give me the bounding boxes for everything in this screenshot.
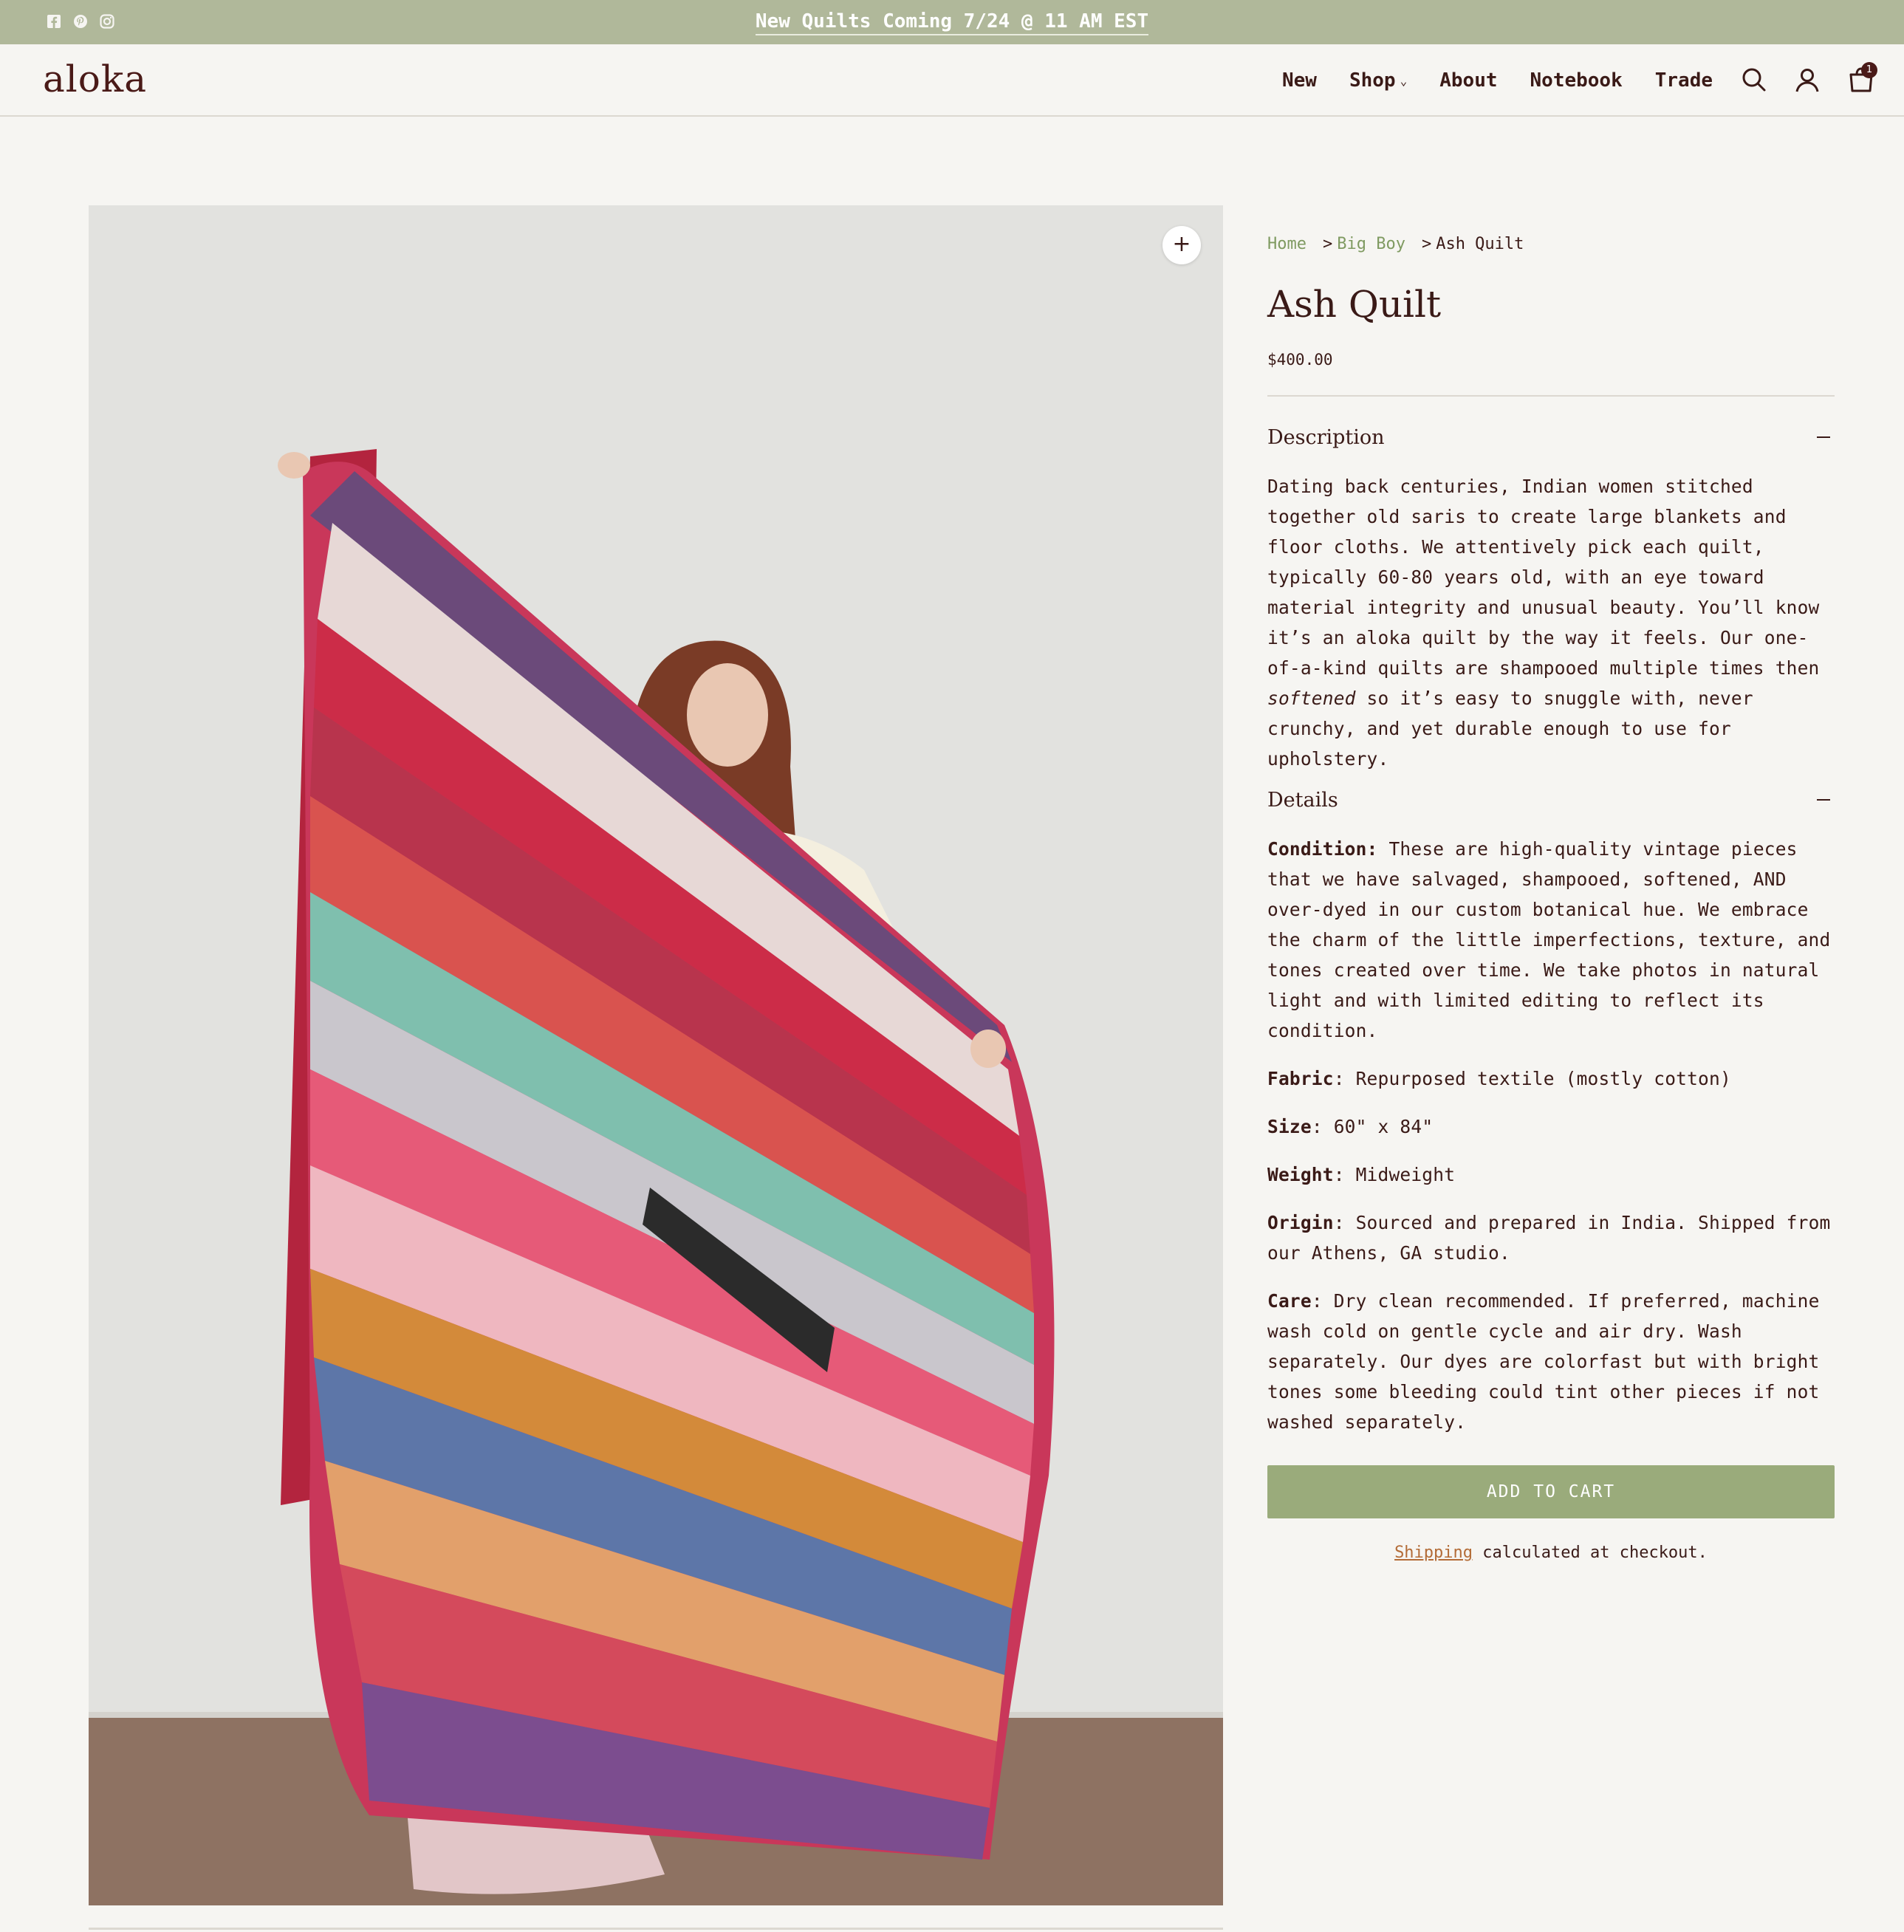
logo[interactable]: aloka <box>43 58 147 100</box>
description-emphasis: softened <box>1267 687 1356 709</box>
breadcrumb-home[interactable]: Home <box>1267 235 1307 253</box>
minus-icon <box>1817 436 1830 438</box>
breadcrumb-current: Ash Quilt <box>1436 235 1524 253</box>
product-info: Home > Big Boy > Ash Quilt Ash Quilt $40… <box>1267 235 1835 1562</box>
detail-size: Size: 60" x 84" <box>1267 1115 1434 1137</box>
announcement-link[interactable]: New Quilts Coming 7/24 @ 11 AM EST <box>755 10 1149 35</box>
detail-weight: Weight: Midweight <box>1267 1163 1456 1185</box>
announcement-text[interactable]: New Quilts Coming 7/24 @ 11 AM EST <box>0 10 1904 35</box>
shipping-note: Shipping calculated at checkout. <box>1394 1543 1708 1562</box>
nav-about[interactable]: About <box>1439 69 1497 92</box>
quilt-photo-illustration <box>89 205 1223 1905</box>
breadcrumb: Home > Big Boy > Ash Quilt <box>1267 235 1835 253</box>
zoom-button[interactable]: + <box>1162 226 1201 264</box>
shipping-link[interactable]: Shipping <box>1394 1544 1473 1562</box>
site-header: aloka New Shop ⌄ About Notebook Trade 1 <box>0 44 1904 117</box>
product-image[interactable] <box>89 205 1223 1905</box>
cart-count-badge: 1 <box>1861 62 1877 78</box>
divider <box>1267 394 1835 397</box>
nav-shop[interactable]: Shop ⌄ <box>1349 69 1407 92</box>
nav-new[interactable]: New <box>1282 69 1317 92</box>
details-heading: Details <box>1267 788 1338 812</box>
breadcrumb-category[interactable]: Big Boy <box>1337 235 1405 253</box>
breadcrumb-separator: > <box>1322 235 1333 253</box>
cart-icon[interactable]: 1 <box>1846 62 1877 95</box>
search-icon[interactable] <box>1739 65 1769 95</box>
product-title: Ash Quilt <box>1267 283 1442 326</box>
details-accordion-header[interactable]: Details <box>1267 789 1835 812</box>
description-heading: Description <box>1267 425 1385 449</box>
detail-origin: Origin: Sourced and prepared in India. S… <box>1267 1211 1831 1264</box>
breadcrumb-separator: > <box>1421 235 1432 253</box>
detail-fabric: Fabric: Repurposed textile (mostly cotto… <box>1267 1067 1731 1089</box>
details-list: Condition: These are high-quality vintag… <box>1267 834 1835 1437</box>
nav-trade[interactable]: Trade <box>1655 69 1713 92</box>
nav-notebook[interactable]: Notebook <box>1530 69 1623 92</box>
add-to-cart-button[interactable]: ADD TO CART <box>1267 1465 1835 1518</box>
gallery-divider <box>89 1928 1223 1930</box>
announcement-bar: New Quilts Coming 7/24 @ 11 AM EST <box>0 0 1904 44</box>
chevron-down-icon: ⌄ <box>1400 73 1408 88</box>
minus-icon <box>1817 799 1830 801</box>
product-price: $400.00 <box>1267 350 1333 369</box>
detail-care: Care: Dry clean recommended. If preferre… <box>1267 1289 1820 1433</box>
account-icon[interactable] <box>1792 65 1822 95</box>
plus-icon: + <box>1172 231 1191 257</box>
description-accordion-header[interactable]: Description <box>1267 426 1835 449</box>
main-nav: New Shop ⌄ About Notebook Trade <box>1282 69 1745 92</box>
detail-condition: Condition: These are high-quality vintag… <box>1267 837 1831 1041</box>
description-text: Dating back centuries, Indian women stit… <box>1267 475 1820 770</box>
